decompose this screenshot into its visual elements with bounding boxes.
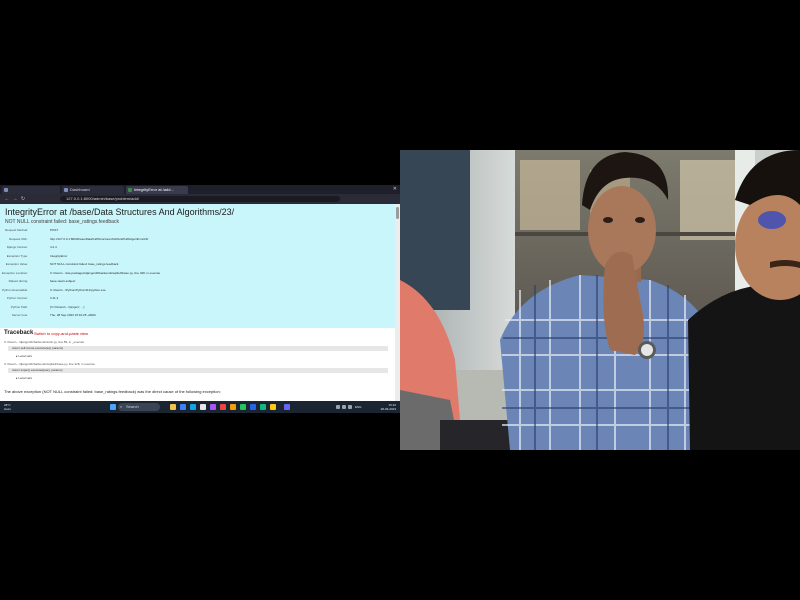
meta-row: Exception Type: IntegrityError (0, 254, 380, 258)
meta-row: Exception Location: C:\Users\...\site-pac… (0, 271, 380, 275)
tab-favicon-icon (128, 188, 132, 192)
tab-favicon-icon (64, 188, 68, 192)
meta-key: Python Executable: (2, 287, 28, 292)
app-icon[interactable] (240, 404, 246, 410)
search-icon: ⌕ (120, 404, 123, 409)
exception-cause-note: The above exception (NOT NULL constraint… (4, 389, 221, 394)
app-icon[interactable] (230, 404, 236, 410)
browser-tab[interactable]: Dashboard (62, 186, 124, 194)
terminal-icon[interactable] (260, 404, 266, 410)
edge-icon[interactable] (180, 404, 186, 410)
webcam-feed (400, 150, 800, 450)
meta-row: Raised during: base.views.subject (0, 279, 380, 283)
meta-key: Python Version: (6, 296, 28, 300)
error-summary: IntegrityError at /base/Data Structures … (0, 204, 400, 328)
meta-row: Exception Value: NOT NULL constraint fail… (0, 262, 380, 266)
meta-row: Request URL: http://127.0.0.1:8000/base/D… (0, 237, 380, 241)
meta-value: POST (50, 228, 59, 232)
error-page: IntegrityError at /base/Data Structures … (0, 204, 400, 401)
back-icon[interactable]: ← (4, 196, 10, 202)
switch-view-link[interactable]: Switch to copy-and-paste view (34, 331, 88, 336)
forward-icon[interactable]: → (12, 196, 18, 202)
frame-code-line[interactable]: return self.cursor.execute(sql, params) (8, 346, 388, 351)
address-bar[interactable]: 127.0.0.1:8000/admin/base/problem/add/ (60, 196, 340, 202)
vscode-icon[interactable] (250, 404, 256, 410)
meta-row: Request Method: POST (0, 228, 380, 232)
browser-tab[interactable] (2, 186, 60, 194)
local-vars-toggle[interactable]: ▸ Local vars (16, 376, 32, 380)
meta-value: 4.2.4 (50, 245, 57, 249)
window-close-icon[interactable]: ✕ (393, 186, 397, 192)
meta-row: Python Executable: C:\Users\...\Python\Py… (0, 288, 380, 292)
meta-key: Django Version: (6, 245, 28, 249)
traceback-heading: Traceback (4, 330, 34, 336)
new-tab-button[interactable]: + (190, 186, 198, 194)
meta-value: NOT NULL constraint failed: base_ratings… (50, 262, 119, 266)
app-icon[interactable] (270, 404, 276, 410)
reload-icon[interactable]: ↻ (20, 196, 26, 202)
mail-icon[interactable] (200, 404, 206, 410)
meta-row: Django Version: 4.2.4 (0, 245, 380, 249)
browser-tab-bar: Dashboard IntegrityError at /add... + ✕ (0, 185, 400, 194)
file-explorer-icon[interactable] (170, 404, 176, 410)
meta-key: Exception Value: (5, 262, 28, 266)
local-vars-toggle[interactable]: ▸ Local vars (16, 354, 32, 358)
tab-favicon-icon (4, 188, 8, 192)
frame-code-line[interactable]: return super().execute(query, params) (8, 368, 388, 373)
webcam-image (400, 150, 800, 450)
page-title: IntegrityError at /base/Data Structures … (5, 207, 235, 217)
meta-key: Request URL: (9, 236, 28, 241)
meta-row: Server time: Thu, 28 Sep 2023 15:10:25 +0… (0, 313, 380, 317)
shared-screen: Dashboard IntegrityError at /add... + ✕ … (0, 185, 400, 413)
clock[interactable]: 15:10 28-09-2023 (381, 403, 396, 411)
meta-row: Python Path: ['C:\\Users\\...\\project', … (0, 305, 380, 309)
meta-row: Python Version: 3.11.4 (0, 296, 380, 300)
meta-value: ['C:\\Users\\...\\project', ...] (50, 304, 85, 309)
browser-toolbar: ← → ↻ 127.0.0.1:8000/admin/base/problem/… (0, 194, 400, 204)
meta-value: C:\Users\...\Python\Python311\python.exe (50, 287, 106, 292)
weather-desc: Haze (4, 407, 12, 411)
app-icon[interactable] (284, 404, 290, 410)
meta-value: http://127.0.0.1:8000/base/Data%20Struct… (50, 236, 149, 241)
weather-widget[interactable]: 28°C Haze (4, 403, 28, 411)
language-indicator[interactable]: ENG (355, 405, 362, 409)
start-icon[interactable] (110, 404, 116, 410)
store-icon[interactable] (190, 404, 196, 410)
clock-date: 28-09-2023 (380, 407, 396, 411)
frame-location: C:\Users\...\django\db\backends\sqlite3\… (4, 362, 95, 366)
meta-value: Thu, 28 Sep 2023 15:10:25 +0000 (50, 313, 96, 317)
frame-location: C:\Users\...\django\db\backends\utils.py… (4, 340, 85, 344)
browser-tab-active[interactable]: IntegrityError at /add... (126, 186, 188, 194)
meta-value: IntegrityError (50, 253, 68, 258)
chrome-icon[interactable] (220, 404, 226, 410)
meta-value: base.views.subject (50, 279, 76, 283)
meta-key: Exception Type: (6, 253, 28, 258)
taskbar-search[interactable]: ⌕ Search (118, 403, 160, 411)
app-icon[interactable] (210, 404, 216, 410)
wifi-icon[interactable] (342, 405, 346, 409)
meta-value: C:\Users\...\site-packages\django\db\bac… (50, 270, 161, 275)
exception-value: NOT NULL constraint failed: base_ratings… (5, 219, 119, 225)
meta-key: Python Path: (10, 304, 28, 309)
windows-taskbar: 28°C Haze ⌕ Search ENG 15:10 28-09-2023 (0, 401, 400, 413)
meta-value: 3.11.4 (50, 296, 59, 300)
meta-key: Raised during: (8, 279, 28, 283)
volume-icon[interactable] (348, 405, 352, 409)
scrollbar-thumb[interactable] (396, 207, 399, 219)
tray-chevron-icon[interactable] (336, 405, 340, 409)
meta-key: Exception Location: (1, 270, 28, 275)
meta-key: Server time: (11, 313, 28, 317)
meta-key: Request Method: (5, 228, 28, 232)
